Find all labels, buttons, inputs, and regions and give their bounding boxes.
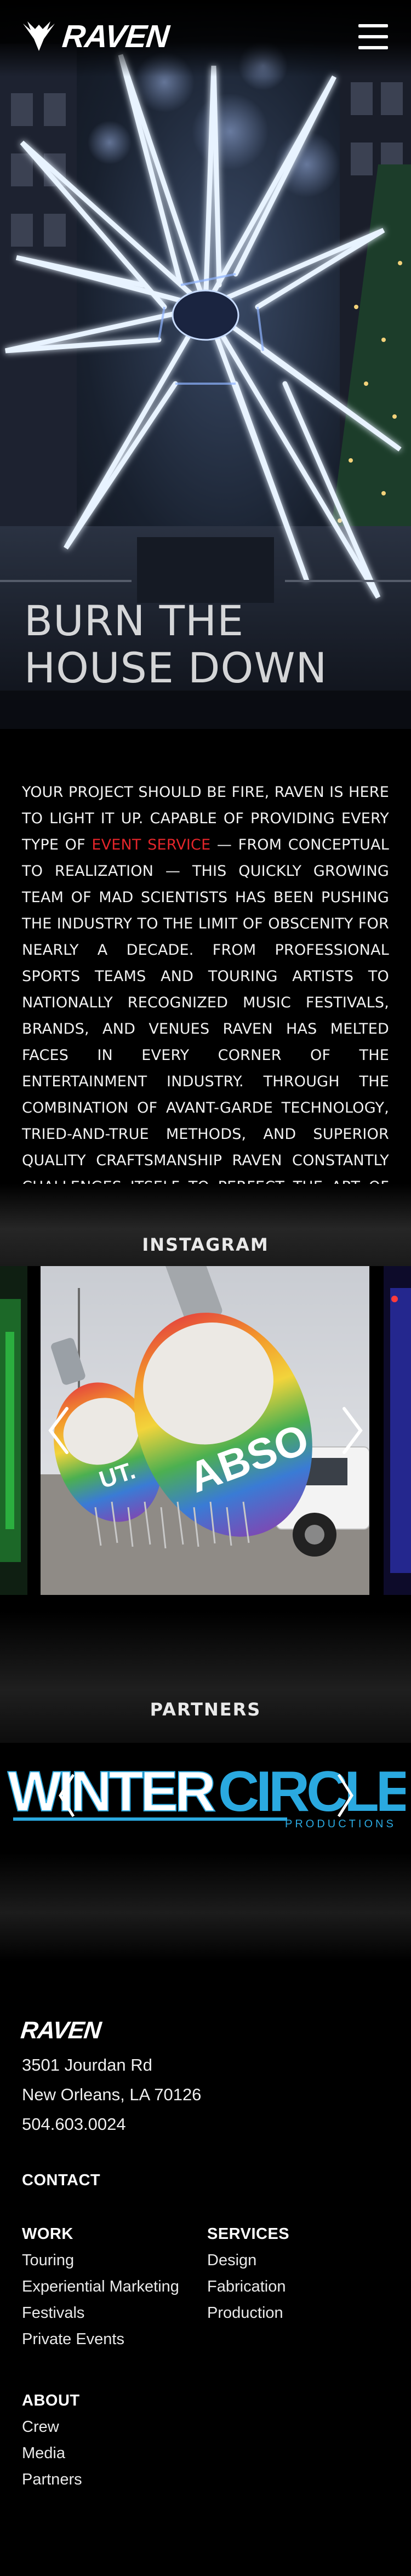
hamburger-icon[interactable] [358,24,388,49]
about-link-media[interactable]: Media [22,2444,65,2463]
brand-logo-link[interactable]: RAVEN [22,14,171,58]
hero-title-line-2: HOUSE DOWN [24,643,328,692]
about-heading: ABOUT [22,2392,80,2409]
work-link-touring[interactable]: Touring [22,2252,74,2270]
event-service-link[interactable]: EVENT SERVICE [92,836,210,853]
partners-chevron-left-icon[interactable] [56,1769,78,1822]
instagram-heading: INSTAGRAM [142,1234,269,1255]
footer-divider-band [0,1853,411,1962]
partners-chevron-right-icon[interactable] [334,1769,356,1822]
address-line-1: 3501 Jourdan Rd [22,2055,152,2075]
hero-title: BURN THE HOUSE DOWN [24,597,353,692]
services-link-design[interactable]: Design [207,2252,256,2270]
carousel-current-slide[interactable]: UT. ABSO [41,1266,369,1595]
work-link-festivals[interactable]: Festivals [22,2304,84,2322]
footer-logo[interactable]: RAVEN [19,2017,102,2044]
work-link-private-events[interactable]: Private Events [22,2330,124,2349]
brand-name: RAVEN [60,18,171,54]
partners-heading: PARTNERS [150,1699,261,1720]
carousel-next-slide[interactable] [384,1266,411,1595]
services-link-fabrication[interactable]: Fabrication [207,2278,286,2296]
carousel-prev-slide[interactable] [0,1266,27,1595]
site-header: RAVEN [0,0,411,77]
work-heading: WORK [22,2225,73,2243]
chevron-left-icon[interactable] [45,1404,72,1457]
chevron-right-icon[interactable] [339,1404,366,1457]
hero-section: BURN THE HOUSE DOWN [0,0,411,729]
hero-title-line-1: BURN THE [24,596,244,645]
services-link-production[interactable]: Production [207,2304,283,2322]
raven-bird-icon [23,21,55,51]
partners-band [0,1611,411,1743]
services-heading: SERVICES [207,2225,290,2243]
contact-link[interactable]: CONTACT [22,2172,100,2190]
inflatable-bottles-photo: UT. ABSO [41,1266,369,1595]
logo-word-circle: CIRCLE [218,1760,406,1823]
logo-word-winter: WINTER [8,1760,215,1823]
intro-text-2: — FROM CONCEPTUAL TO REALIZATION — THIS … [22,836,390,1222]
address-line-2: New Orleans, LA 70126 [22,2085,202,2104]
winter-circle-logo[interactable]: WINTER CIRCLE PRODUCTIONS [5,1759,411,1832]
about-link-partners[interactable]: Partners [22,2471,82,2489]
intro-paragraph: YOUR PROJECT SHOULD BE FIRE, RAVEN IS HE… [22,779,389,1227]
work-link-experiential-marketing[interactable]: Experiential Marketing [22,2278,179,2296]
phone-number[interactable]: 504.603.0024 [22,2115,126,2134]
instagram-carousel: UT. ABSO [0,1266,411,1595]
about-link-crew[interactable]: Crew [22,2418,59,2436]
